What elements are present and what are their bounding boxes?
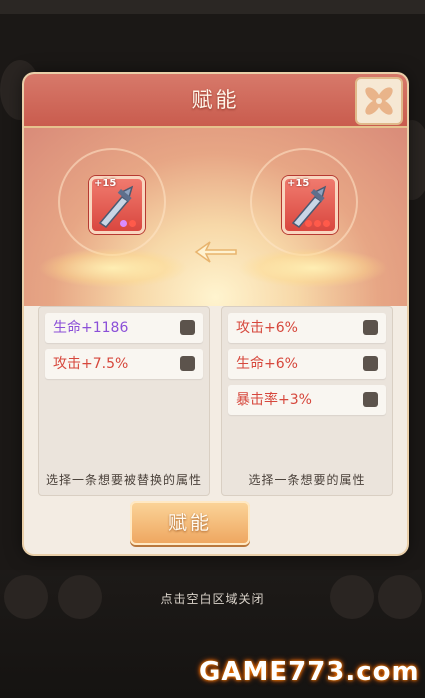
attribute-row[interactable]: 暴击率+3%: [228, 385, 386, 415]
slot-dot: [129, 220, 136, 227]
attribute-label: 生命+1186: [53, 320, 129, 336]
item-level: +15: [94, 178, 117, 189]
slot-dot: [323, 220, 330, 227]
replace-attribute-panel: 生命+1186 攻击+7.5% 选择一条想要被替换的属性: [38, 306, 210, 496]
attribute-label: 攻击+7.5%: [53, 356, 129, 372]
item-level: +15: [287, 178, 310, 189]
attribute-row[interactable]: 攻击+6%: [228, 313, 386, 343]
attribute-label: 生命+6%: [236, 356, 298, 372]
watermark-text: GAME773.com: [199, 657, 420, 687]
background-top-bar: [0, 0, 425, 14]
attribute-label: 攻击+6%: [236, 320, 298, 336]
enhance-modal: 赋能 +15 +15 生命+1186 攻击+7.5% 选择一条想要被替换的属性 …: [24, 74, 407, 554]
slot-dot: [120, 220, 127, 227]
attribute-checkbox[interactable]: [363, 356, 378, 371]
close-button[interactable]: [355, 77, 403, 125]
desired-attribute-panel: 攻击+6% 生命+6% 暴击率+3% 选择一条想要的属性: [221, 306, 393, 496]
right-item-pedestal: [238, 248, 388, 288]
attribute-row[interactable]: 生命+6%: [228, 349, 386, 379]
attribute-checkbox[interactable]: [363, 320, 378, 335]
attribute-checkbox[interactable]: [180, 356, 195, 371]
modal-title: 赋能: [191, 88, 240, 112]
item-stage: +15 +15: [24, 128, 407, 306]
attribute-label: 暴击率+3%: [236, 392, 312, 408]
attribute-checkbox[interactable]: [180, 320, 195, 335]
right-item-slot[interactable]: +15: [282, 176, 338, 234]
attribute-row[interactable]: 生命+1186: [45, 313, 203, 343]
attribute-row[interactable]: 攻击+7.5%: [45, 349, 203, 379]
enhance-button[interactable]: 赋能: [130, 501, 250, 545]
modal-header: 赋能: [24, 74, 407, 128]
slot-dot: [314, 220, 321, 227]
left-item-pedestal: [38, 248, 188, 288]
attribute-checkbox[interactable]: [363, 392, 378, 407]
slot-dot: [305, 220, 312, 227]
close-hint: 点击空白区域关闭: [160, 592, 265, 606]
left-item-slot[interactable]: +15: [89, 176, 145, 234]
watermark-logo: GAME773.com: [199, 651, 419, 693]
panel-hint: 选择一条想要的属性: [248, 473, 366, 487]
panel-hint: 选择一条想要被替换的属性: [45, 473, 202, 487]
left-arrow-icon: [194, 241, 237, 263]
flower-close-icon: [365, 87, 393, 115]
